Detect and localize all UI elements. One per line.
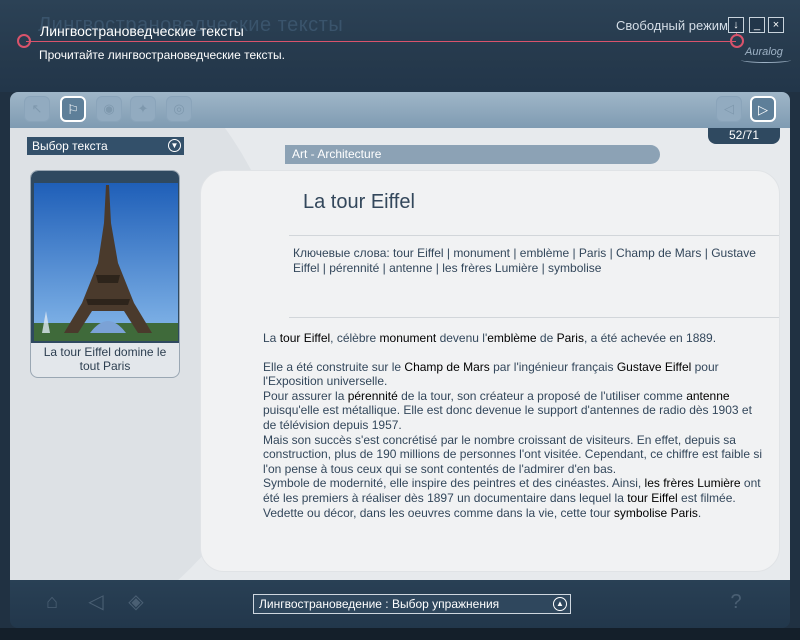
text-select-label: Выбор текста	[32, 139, 108, 153]
article-intro: La tour Eiffel, célèbre monument devenu …	[263, 331, 717, 345]
keyword-highlight: Paris	[556, 331, 584, 345]
pointer-tool-button[interactable]: ↖	[24, 96, 50, 122]
bottom-strip	[0, 628, 800, 640]
text-title: La tour Eiffel	[303, 191, 415, 213]
next-page-button[interactable]: ▷	[750, 96, 776, 122]
text-panel: La tour Eiffel Ключевые слова: tour Eiff…	[200, 170, 780, 572]
app-title: Лингвострановедческие тексты	[40, 23, 244, 39]
keyword-highlight: antenne	[686, 388, 730, 403]
keyword-highlight: tour Eiffel	[279, 331, 331, 345]
chevron-up-icon[interactable]: ▲	[553, 597, 567, 611]
app-window: Лингвострановедческие тексты Лингвостран…	[0, 0, 800, 640]
flag-tool-button[interactable]: ⚐	[60, 96, 86, 122]
header: Лингвострановедческие тексты Лингвостран…	[0, 0, 800, 92]
previous-page-button[interactable]: ◁	[716, 96, 742, 122]
keyword-highlight: pérennité	[347, 388, 398, 403]
header-ring-icon-right	[730, 34, 744, 48]
app-subtitle: Прочитайте лингвострановедческие тексты.	[39, 48, 285, 62]
home-icon[interactable]: ⌂	[38, 588, 66, 616]
minimize-button[interactable]: _	[749, 17, 765, 33]
keyword-highlight: Gustave Eiffel	[616, 359, 692, 374]
keyword-highlight: symbolise	[613, 505, 668, 520]
keyword-highlight: Champ de Mars	[404, 359, 490, 374]
sound-icon[interactable]: ◈	[122, 588, 150, 616]
keyword-highlight: Paris	[670, 505, 698, 520]
chevron-down-icon[interactable]: ▼	[168, 139, 181, 152]
text-select-dropdown[interactable]: Выбор текста ▼	[27, 137, 184, 155]
category-bar: Art - Architecture	[285, 145, 660, 164]
toolbar: ↖ ⚐ ◉ ✦ ◎ ◁ ▷	[10, 92, 790, 128]
back-icon[interactable]: ◁	[82, 588, 110, 616]
brand-swoosh	[741, 57, 791, 63]
exercise-select-dropdown[interactable]: Лингвострановедение : Выбор упражнения ▲	[253, 594, 571, 614]
header-ring-icon	[17, 34, 31, 48]
mode-label[interactable]: Свободный режим	[616, 18, 728, 33]
divider	[289, 235, 779, 236]
keywords-line: Ключевые слова: tour Eiffel | monument |…	[293, 246, 756, 275]
globe-tool-button[interactable]: ◎	[166, 96, 192, 122]
close-button[interactable]: ×	[768, 17, 784, 33]
help-icon[interactable]: ?	[722, 588, 750, 616]
keyword-highlight: emblème	[487, 331, 537, 345]
content-area: 52/71 Выбор текста ▼ La tour Eiffel domi…	[10, 128, 790, 580]
article-body: La tour Eiffel, célèbre monument devenu …	[263, 331, 768, 520]
brand-logo: Auralog	[741, 46, 791, 63]
article-paragraphs: Elle a été construite sur le Champ de Ma…	[263, 359, 763, 520]
eiffel-tower-photo	[34, 183, 178, 341]
footer: ⌂ ◁ ◈ Лингвострановедение : Выбор упражн…	[10, 580, 790, 628]
exercise-select-label: Лингвострановедение : Выбор упражнения	[259, 597, 500, 611]
image-card: La tour Eiffel domine le tout Paris	[30, 170, 180, 378]
keyword-highlight: les frères Lumière	[644, 476, 741, 491]
keyword-highlight: tour Eiffel	[627, 490, 678, 505]
image-caption: La tour Eiffel domine le tout Paris	[43, 345, 167, 373]
keyword-highlight: monument	[379, 331, 437, 345]
page-counter: 52/71	[708, 128, 780, 144]
star-tool-button[interactable]: ✦	[130, 96, 156, 122]
download-button[interactable]: ↓	[728, 17, 744, 33]
header-accent-line	[26, 41, 736, 42]
divider	[289, 317, 779, 318]
disc-tool-button[interactable]: ◉	[96, 96, 122, 122]
